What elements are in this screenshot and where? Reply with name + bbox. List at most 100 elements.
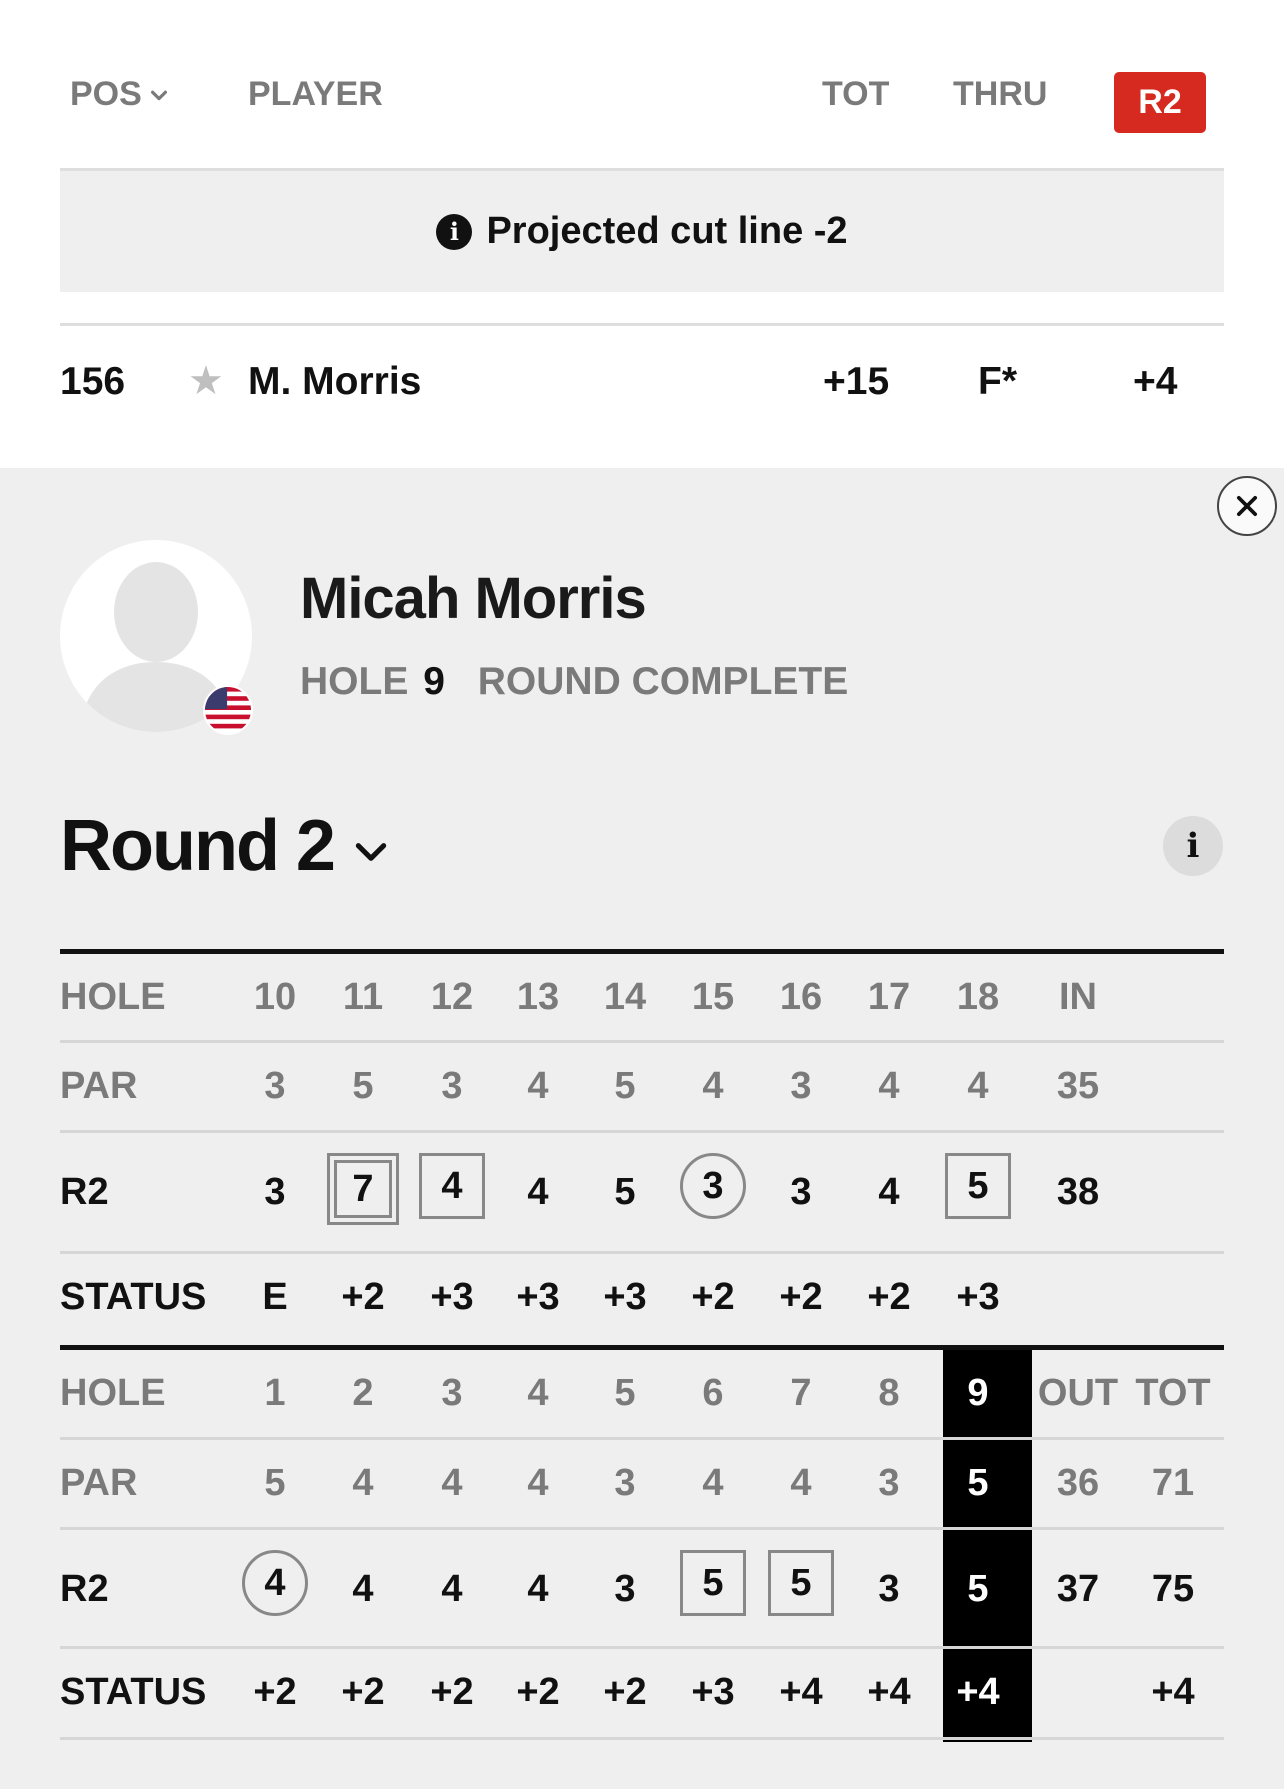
score-cell: 10 (253, 976, 297, 1018)
bogey-marker: 5 (768, 1550, 834, 1616)
score-cell: 7 (790, 1372, 812, 1414)
score-cell: +2 (867, 1276, 911, 1318)
score-cell: 4 (441, 1568, 463, 1610)
score-cell: 16 (779, 976, 823, 1018)
score-cell: 5 (614, 1065, 636, 1107)
score-cell: 3 (614, 1462, 636, 1504)
score-cell: 5 (264, 1462, 286, 1504)
pos-sort-header[interactable]: POS (70, 75, 170, 114)
score-cell: +4 (779, 1671, 823, 1713)
player-round-score: +4 (1133, 360, 1178, 403)
round-title: Round 2 (60, 806, 336, 886)
score-cell: +3 (956, 1276, 1000, 1318)
player-hole-status: HOLE 9 ROUND COMPLETE (300, 660, 848, 704)
back-hole-row: HOLE 10 11 12 13 14 15 16 17 18 IN (60, 954, 1224, 1043)
close-icon (1236, 495, 1258, 517)
score-cell: +4 (956, 1671, 1000, 1713)
front-status-row: STATUS +2 +2 +2 +2 +2 +3 +4 +4 +4 +4 (60, 1649, 1224, 1740)
score-cell: 3 (790, 1171, 812, 1213)
score-value: 7 (334, 1160, 392, 1218)
score-cell: +4 (867, 1671, 911, 1713)
hole-label: HOLE (60, 1372, 166, 1414)
score-cell: 4 (527, 1462, 549, 1504)
score-cell: +2 (430, 1671, 474, 1713)
chevron-down-icon (355, 843, 387, 861)
cut-line-banner: i Projected cut line -2 (60, 171, 1224, 292)
front-score-row: R2 4 4 4 4 3 5 5 3 5 37 75 (60, 1530, 1224, 1649)
par-label: PAR (60, 1065, 138, 1107)
score-cell: +3 (430, 1276, 474, 1318)
front-par-row: PAR 5 4 4 4 3 4 4 3 5 36 71 (60, 1440, 1224, 1530)
close-button[interactable] (1217, 476, 1277, 536)
score-cell: 4 (407, 1153, 497, 1219)
info-icon: i (436, 213, 473, 250)
score-cell: 15 (691, 976, 735, 1018)
us-flag-icon (203, 685, 253, 735)
score-cell: +4 (1151, 1671, 1195, 1713)
score-cell: +2 (253, 1671, 297, 1713)
player-position: 156 (60, 360, 126, 403)
score-cell: TOT (1135, 1372, 1211, 1414)
hole-label: HOLE (300, 660, 409, 703)
player-header[interactable]: PLAYER (248, 75, 383, 114)
tot-header[interactable]: TOT (822, 75, 889, 114)
score-cell: 4 (527, 1372, 549, 1414)
hole-number: 9 (423, 660, 445, 703)
score-cell: 1 (264, 1372, 286, 1414)
pos-header-label: POS (70, 75, 142, 113)
leaderboard-section: POS PLAYER TOT THRU R2 i Projected cut l… (0, 0, 1284, 468)
back-status-row: STATUS E +2 +3 +3 +3 +2 +2 +2 +3 (60, 1254, 1224, 1345)
score-value: 4 (441, 1164, 463, 1207)
score-cell: 5 (967, 1462, 989, 1504)
chevron-down-icon (150, 90, 167, 100)
score-cell: 5 (614, 1171, 636, 1213)
star-icon[interactable]: ★ (188, 358, 224, 404)
score-cell: 4 (527, 1171, 549, 1213)
score-cell: 75 (1151, 1568, 1195, 1610)
score-cell: 4 (527, 1065, 549, 1107)
score-cell: +2 (691, 1276, 735, 1318)
double-bogey-marker: 7 (327, 1153, 399, 1225)
score-cell: 4 (352, 1462, 374, 1504)
player-short-name[interactable]: M. Morris (248, 360, 421, 404)
score-cell: 6 (702, 1372, 724, 1414)
score-cell: 4 (527, 1568, 549, 1610)
score-cell: E (262, 1276, 288, 1318)
bogey-marker: 4 (419, 1153, 485, 1219)
score-cell: 36 (1056, 1462, 1100, 1504)
score-cell: 7 (318, 1153, 408, 1225)
score-cell: 4 (878, 1171, 900, 1213)
score-label: R2 (60, 1171, 109, 1213)
score-cell: 4 (702, 1065, 724, 1107)
score-cell: 4 (441, 1462, 463, 1504)
score-cell: +2 (341, 1671, 385, 1713)
score-cell: 4 (702, 1462, 724, 1504)
score-cell: 14 (603, 976, 647, 1018)
score-cell: +2 (603, 1671, 647, 1713)
score-cell: 17 (867, 976, 911, 1018)
score-cell: 5 (668, 1550, 758, 1616)
thru-header[interactable]: THRU (953, 75, 1047, 114)
round-selector[interactable]: Round 2 (60, 805, 390, 887)
score-value: 5 (790, 1561, 812, 1604)
score-label: R2 (60, 1568, 109, 1610)
score-cell: 2 (352, 1372, 374, 1414)
score-cell: +2 (516, 1671, 560, 1713)
score-cell: 5 (614, 1372, 636, 1414)
score-cell: 12 (430, 976, 474, 1018)
status-label: STATUS (60, 1671, 207, 1713)
info-button[interactable]: i (1163, 816, 1223, 876)
score-cell: 8 (878, 1372, 900, 1414)
score-cell: +3 (603, 1276, 647, 1318)
score-cell: 37 (1056, 1568, 1100, 1610)
score-cell: 71 (1151, 1462, 1195, 1504)
player-full-name: Micah Morris (300, 566, 647, 631)
score-cell: 4 (790, 1462, 812, 1504)
birdie-marker: 3 (680, 1153, 746, 1219)
score-cell: 3 (878, 1568, 900, 1610)
back-score-row: R2 3 7 4 4 5 3 3 4 5 38 (60, 1133, 1224, 1254)
score-cell: 3 (668, 1153, 758, 1219)
round-badge[interactable]: R2 (1114, 72, 1206, 133)
score-cell: 5 (756, 1550, 846, 1616)
score-cell: 9 (967, 1372, 989, 1414)
